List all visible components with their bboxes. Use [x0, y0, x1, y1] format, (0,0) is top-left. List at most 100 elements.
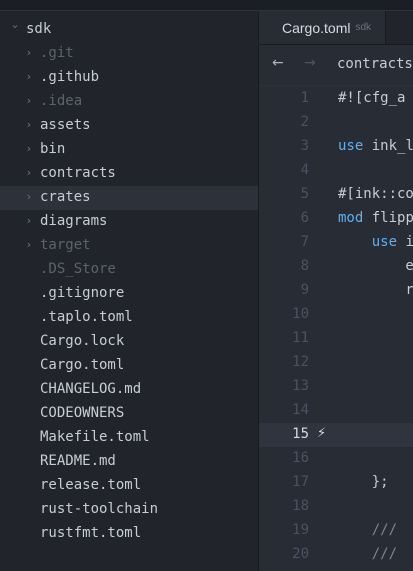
- line-number: 16: [292, 450, 309, 466]
- code-line[interactable]: 3 use ink_l: [259, 135, 413, 159]
- line-number: 13: [292, 378, 309, 394]
- code-line[interactable]: 1 #![cfg_a: [259, 87, 413, 111]
- tree-item[interactable]: › contracts: [0, 162, 258, 186]
- tree-item[interactable]: › bin: [0, 138, 258, 162]
- tree-item[interactable]: › target: [0, 234, 258, 258]
- code-token: use: [338, 138, 364, 154]
- tree-item-label: .taplo.toml: [40, 309, 133, 325]
- code-text: mod flipp: [338, 210, 413, 226]
- chevron-right-icon[interactable]: ›: [22, 94, 36, 107]
- code-text: S: [338, 450, 413, 466]
- code-token: mod: [338, 210, 364, 226]
- code-line[interactable]: 2: [259, 111, 413, 135]
- code-token: i: [397, 234, 413, 250]
- editor-pane: Cargo.toml sdk ← → contracts 1 #![cfg_a 2 3…: [259, 11, 413, 571]
- chevron-right-icon[interactable]: ›: [22, 142, 36, 155]
- line-number: 12: [292, 354, 309, 370]
- tree-item[interactable]: ⌄ sdk: [0, 18, 258, 42]
- code-token: flipp: [363, 210, 413, 226]
- code-token: #[ink::co: [338, 186, 413, 202]
- tree-item-label: crates: [40, 189, 91, 205]
- tree-item[interactable]: CHANGELOG.md: [0, 378, 258, 402]
- code-line[interactable]: 10: [259, 303, 413, 327]
- code-text: e: [338, 258, 413, 274]
- code-token: ///: [338, 546, 406, 562]
- tree-item-label: rust-toolchain: [40, 501, 159, 517]
- code-line[interactable]: 17 };: [259, 471, 413, 495]
- chevron-down-icon[interactable]: ⌄: [8, 18, 22, 31]
- tree-item[interactable]: rust-toolchain: [0, 498, 258, 522]
- tree-item[interactable]: Makefile.toml: [0, 426, 258, 450]
- chevron-right-icon[interactable]: ›: [22, 238, 36, 251]
- code-text: use i: [338, 234, 413, 250]
- tree-item[interactable]: README.md: [0, 450, 258, 474]
- tab-bar: Cargo.toml sdk: [259, 11, 413, 45]
- chevron-right-icon[interactable]: ›: [22, 118, 36, 131]
- line-number: 10: [292, 306, 309, 322]
- tree-item[interactable]: Cargo.toml: [0, 354, 258, 378]
- code-text: ///: [338, 546, 405, 562]
- tab-description: sdk: [355, 22, 372, 33]
- code-token: use: [371, 234, 398, 250]
- code-token: #![cfg_a: [338, 90, 406, 106]
- code-line[interactable]: 9 r: [259, 279, 413, 303]
- tree-item[interactable]: Cargo.lock: [0, 330, 258, 354]
- tree-item-label: Cargo.lock: [40, 333, 125, 349]
- code-line[interactable]: 4: [259, 159, 413, 183]
- lightning-icon[interactable]: ⚡: [317, 426, 326, 441]
- line-number: 20: [292, 546, 309, 562]
- breadcrumb[interactable]: contracts: [337, 56, 413, 72]
- code-line[interactable]: 11: [259, 327, 413, 351]
- tree-item-label: sdk: [26, 21, 52, 37]
- code-line[interactable]: 16 S: [259, 447, 413, 471]
- chevron-right-icon[interactable]: ›: [22, 70, 36, 83]
- tab-cargo-toml[interactable]: Cargo.toml sdk: [259, 11, 387, 44]
- code-line[interactable]: 7 use i: [259, 231, 413, 255]
- code-line[interactable]: 19 ///: [259, 519, 413, 543]
- arrow-right-icon[interactable]: →: [304, 55, 316, 71]
- tree-item-label: rustfmt.toml: [40, 525, 142, 541]
- code-token: ink_l: [363, 138, 413, 154]
- code-line[interactable]: 13: [259, 375, 413, 399]
- code-token: ///: [338, 522, 406, 538]
- window-top-strip: [0, 0, 413, 11]
- code-line[interactable]: 12: [259, 351, 413, 375]
- tree-item-label: .idea: [40, 93, 83, 109]
- code-line[interactable]: 15 ⚡ i: [259, 423, 413, 447]
- chevron-right-icon[interactable]: ›: [22, 214, 36, 227]
- code-line[interactable]: 20 ///: [259, 543, 413, 567]
- tree-item-label: release.toml: [40, 477, 142, 493]
- code-text: use ink_l: [338, 138, 413, 154]
- line-number: 4: [300, 162, 309, 178]
- tree-item[interactable]: › assets: [0, 114, 258, 138]
- tree-item[interactable]: › .git: [0, 42, 258, 66]
- tree-item[interactable]: release.toml: [0, 474, 258, 498]
- tree-item-label: Cargo.toml: [40, 357, 125, 373]
- code-line[interactable]: 18: [259, 495, 413, 519]
- tree-item[interactable]: › diagrams: [0, 210, 258, 234]
- tree-item[interactable]: › .idea: [0, 90, 258, 114]
- tree-item-label: target: [40, 237, 91, 253]
- code-line[interactable]: 6 mod flipp: [259, 207, 413, 231]
- tree-item[interactable]: rustfmt.toml: [0, 522, 258, 546]
- tree-item[interactable]: CODEOWNERS: [0, 402, 258, 426]
- line-number: 3: [300, 138, 309, 154]
- tree-item[interactable]: › .github: [0, 66, 258, 90]
- tree-item[interactable]: .taplo.toml: [0, 306, 258, 330]
- code-line[interactable]: 8 e: [259, 255, 413, 279]
- tree-item[interactable]: .gitignore: [0, 282, 258, 306]
- arrow-left-icon[interactable]: ←: [272, 55, 284, 71]
- chevron-right-icon[interactable]: ›: [22, 190, 36, 203]
- code-text: r: [338, 282, 413, 298]
- code-line[interactable]: 14: [259, 399, 413, 423]
- code-line[interactable]: 5 #[ink::co: [259, 183, 413, 207]
- code-token: i: [338, 426, 413, 442]
- code-text: i: [338, 426, 413, 442]
- tree-item[interactable]: › crates: [0, 186, 258, 210]
- tree-item[interactable]: .DS_Store: [0, 258, 258, 282]
- chevron-right-icon[interactable]: ›: [22, 46, 36, 59]
- line-number: 18: [292, 498, 309, 514]
- chevron-right-icon[interactable]: ›: [22, 166, 36, 179]
- line-number: 6: [300, 210, 309, 226]
